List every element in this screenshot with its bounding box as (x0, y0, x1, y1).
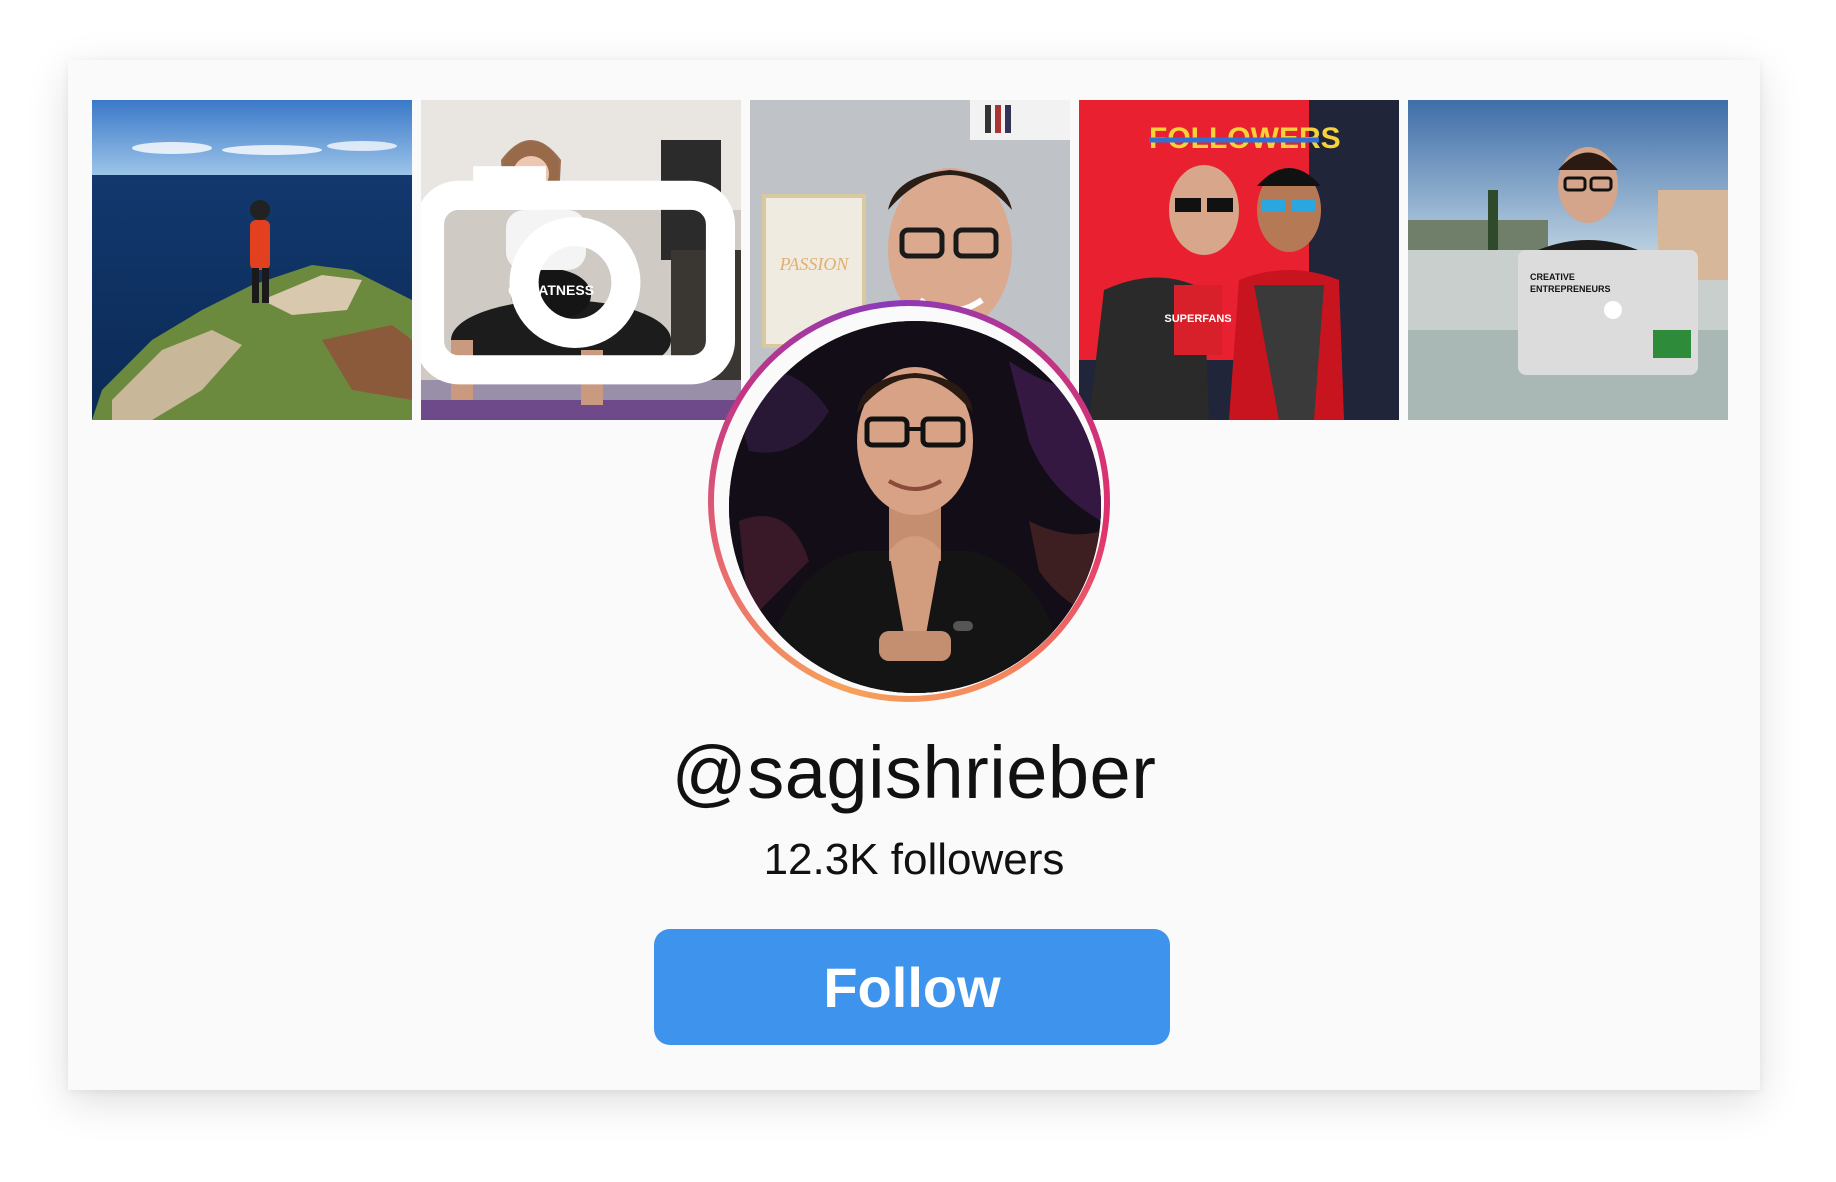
svg-text:CREATIVE: CREATIVE (1530, 272, 1575, 282)
photo-thumbnail-laptop[interactable]: CREATIVE ENTREPRENEURS (1408, 100, 1728, 420)
photo-thumbnail-superfans[interactable]: FOLLOWERS SUPERFANS (1079, 100, 1399, 420)
svg-text:SUPERFANS: SUPERFANS (1164, 313, 1231, 325)
follower-count: 12.3K followers (763, 835, 1065, 884)
photo-thumbnail-pushup[interactable]: GREATNESS (421, 100, 741, 420)
svg-text:ENTREPRENEURS: ENTREPRENEURS (1530, 284, 1611, 294)
camera-icon (421, 166, 735, 385)
avatar-story-ring[interactable] (708, 300, 1110, 702)
avatar-ring-gap (714, 306, 1104, 696)
svg-text:PASSION: PASSION (779, 254, 850, 274)
follow-button[interactable]: Follow (654, 929, 1170, 1045)
photo-thumbnail-cliff[interactable] (92, 100, 412, 420)
profile-card: GREATNESS PASSION FOLLOWERS SUPERFANS CR… (68, 60, 1760, 1090)
profile-username: @sagishrieber (671, 731, 1157, 814)
avatar (729, 321, 1101, 693)
